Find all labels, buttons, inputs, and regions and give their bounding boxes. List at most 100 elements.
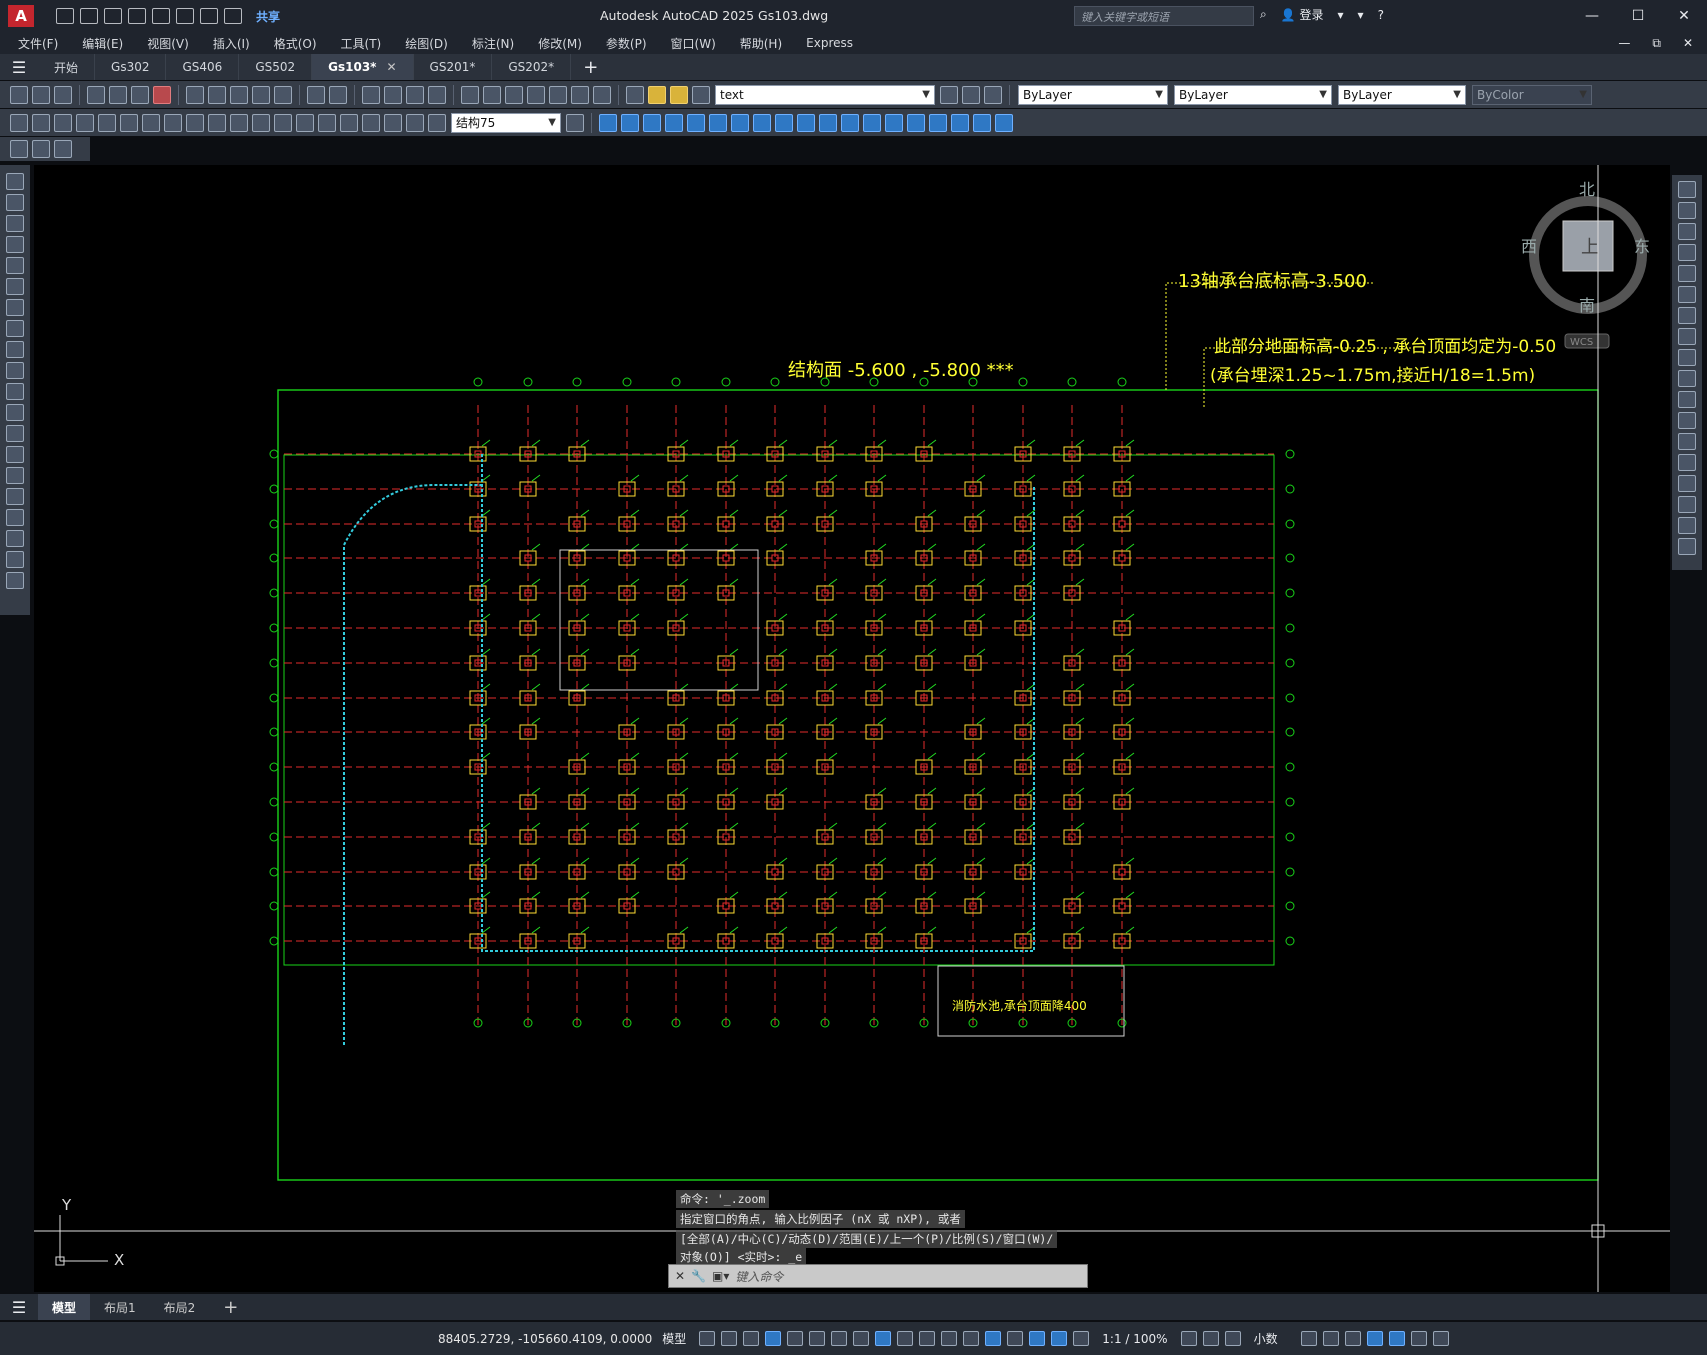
cut-icon[interactable] xyxy=(186,85,204,104)
new-icon[interactable] xyxy=(10,85,28,104)
menu-tools[interactable]: 工具(T) xyxy=(329,35,394,52)
help-icon[interactable] xyxy=(593,85,611,104)
view-sw-iso-icon[interactable] xyxy=(731,113,749,132)
view-bottom-icon[interactable] xyxy=(621,113,639,132)
ortho-icon[interactable] xyxy=(787,1331,804,1346)
minimize-button[interactable]: — xyxy=(1569,0,1615,32)
viewcube-north[interactable]: 北 xyxy=(1579,180,1595,199)
undo-icon[interactable] xyxy=(307,85,325,104)
redo-icon[interactable] xyxy=(224,8,242,24)
angular-dim-icon[interactable] xyxy=(164,113,182,132)
linetype-dropdown[interactable]: ByLayer ▼ xyxy=(1174,84,1332,105)
inspect-icon[interactable] xyxy=(340,113,358,132)
menu-file[interactable]: 文件(F) xyxy=(6,35,70,52)
layer-previous-icon[interactable] xyxy=(962,85,980,104)
trim-icon[interactable] xyxy=(1678,370,1696,387)
workspace-gear-icon[interactable] xyxy=(1180,1331,1197,1346)
close-command-icon[interactable]: ✕ xyxy=(675,1269,685,1283)
revision-cloud-icon[interactable] xyxy=(6,320,24,337)
layer-properties-icon[interactable] xyxy=(626,85,644,104)
doc-minimize-button[interactable]: — xyxy=(1618,36,1630,50)
ucs-icon[interactable] xyxy=(841,113,859,132)
clean-screen-icon[interactable] xyxy=(1410,1331,1427,1346)
object-snap-icon[interactable] xyxy=(875,1331,892,1346)
dim-text-edit-icon[interactable] xyxy=(406,113,424,132)
continue-dim-icon[interactable] xyxy=(230,113,248,132)
edit-attribute-icon[interactable] xyxy=(10,140,28,158)
hatch-icon[interactable] xyxy=(6,467,24,484)
gradient-icon[interactable] xyxy=(6,488,24,505)
spline-icon[interactable] xyxy=(6,341,24,358)
ucs-view-icon[interactable] xyxy=(951,113,969,132)
erase-icon[interactable] xyxy=(1678,181,1696,198)
ucs-zaxis-icon[interactable] xyxy=(995,113,1013,132)
save-as-icon[interactable] xyxy=(128,8,146,24)
make-current-icon[interactable] xyxy=(940,85,958,104)
properties-icon[interactable] xyxy=(461,85,479,104)
ucs-previous-icon[interactable] xyxy=(885,113,903,132)
tab-gs202[interactable]: GS202* xyxy=(492,54,572,80)
tool-palettes-icon[interactable] xyxy=(505,85,523,104)
autocad-logo-icon[interactable]: A xyxy=(8,5,34,27)
jogged-linear-icon[interactable] xyxy=(362,113,380,132)
ellipse-icon[interactable] xyxy=(6,362,24,379)
viewcube-top[interactable]: 上 xyxy=(1581,237,1599,258)
menu-format[interactable]: 格式(O) xyxy=(262,35,329,52)
dynamic-input-icon[interactable] xyxy=(765,1331,782,1346)
arc-icon[interactable] xyxy=(6,278,24,295)
units-dropdown[interactable]: 小数 xyxy=(1254,1330,1278,1347)
layer-on-bulb-icon[interactable] xyxy=(648,85,666,104)
menu-help[interactable]: 帮助(H) xyxy=(728,35,794,52)
blend-icon[interactable] xyxy=(1678,517,1696,534)
hardware-acceleration-icon[interactable] xyxy=(1366,1331,1383,1346)
break-icon[interactable] xyxy=(1678,433,1696,450)
aligned-dim-icon[interactable] xyxy=(32,113,50,132)
plotstyle-dropdown[interactable]: ByColor ▼ xyxy=(1472,84,1592,105)
tab-gs103[interactable]: Gs103* ✕ xyxy=(312,54,414,80)
print-preview-icon[interactable] xyxy=(109,85,127,104)
line-icon[interactable] xyxy=(6,173,24,190)
cart-icon[interactable]: ▾ xyxy=(1338,8,1344,22)
mirror-icon[interactable] xyxy=(1678,223,1696,240)
pan-icon[interactable] xyxy=(362,85,380,104)
view-front-icon[interactable] xyxy=(687,113,705,132)
drawing-canvas[interactable]: 13轴承台底标高-3.500 结构面 -5.600 , -5.800 *** 此… xyxy=(34,165,1670,1292)
view-right-icon[interactable] xyxy=(665,113,683,132)
snap-icon[interactable] xyxy=(721,1331,738,1346)
autodesk-app-icon[interactable]: ▾ xyxy=(1358,8,1364,22)
pdf-icon[interactable] xyxy=(153,85,171,104)
move-icon[interactable] xyxy=(1678,286,1696,303)
ucs-world-icon[interactable] xyxy=(863,113,881,132)
share-button[interactable]: 共享 xyxy=(256,8,280,25)
dynamic-ucs-icon[interactable] xyxy=(985,1331,1002,1346)
region-icon[interactable] xyxy=(6,509,24,526)
dim-style-icon[interactable] xyxy=(566,113,584,132)
menu-draw[interactable]: 绘图(D) xyxy=(393,35,460,52)
stretch-icon[interactable] xyxy=(1678,349,1696,366)
gizmo-icon[interactable] xyxy=(1029,1331,1046,1346)
menu-express[interactable]: Express xyxy=(794,36,865,50)
make-block-icon[interactable] xyxy=(6,425,24,442)
layer-freeze-icon[interactable] xyxy=(670,85,688,104)
scale-icon[interactable] xyxy=(1678,328,1696,345)
add-selected-icon[interactable] xyxy=(6,572,24,589)
viewcube-east[interactable]: 东 xyxy=(1634,237,1650,256)
close-button[interactable]: ✕ xyxy=(1661,0,1707,32)
dimstyle-dropdown[interactable]: 结构75 ▼ xyxy=(451,112,561,133)
quick-properties-icon[interactable] xyxy=(1300,1331,1317,1346)
tab-gs302[interactable]: Gs302 xyxy=(95,54,167,80)
grid-icon[interactable] xyxy=(699,1331,716,1346)
viewcube-west[interactable]: 西 xyxy=(1521,237,1537,256)
layout-menu-icon[interactable]: ☰ xyxy=(0,1298,38,1317)
quick-dim-icon[interactable] xyxy=(186,113,204,132)
calculator-icon[interactable] xyxy=(571,85,589,104)
annotation-visibility-icon[interactable] xyxy=(1051,1331,1068,1346)
explode-icon[interactable] xyxy=(1678,538,1696,555)
menu-modify[interactable]: 修改(M) xyxy=(526,35,594,52)
menu-dimension[interactable]: 标注(N) xyxy=(460,35,526,52)
selection-filter-icon[interactable] xyxy=(1007,1331,1024,1346)
arc-length-icon[interactable] xyxy=(54,113,72,132)
undo-icon[interactable] xyxy=(200,8,218,24)
polar-tracking-icon[interactable] xyxy=(809,1331,826,1346)
login-button[interactable]: 👤 登录 xyxy=(1281,6,1324,23)
